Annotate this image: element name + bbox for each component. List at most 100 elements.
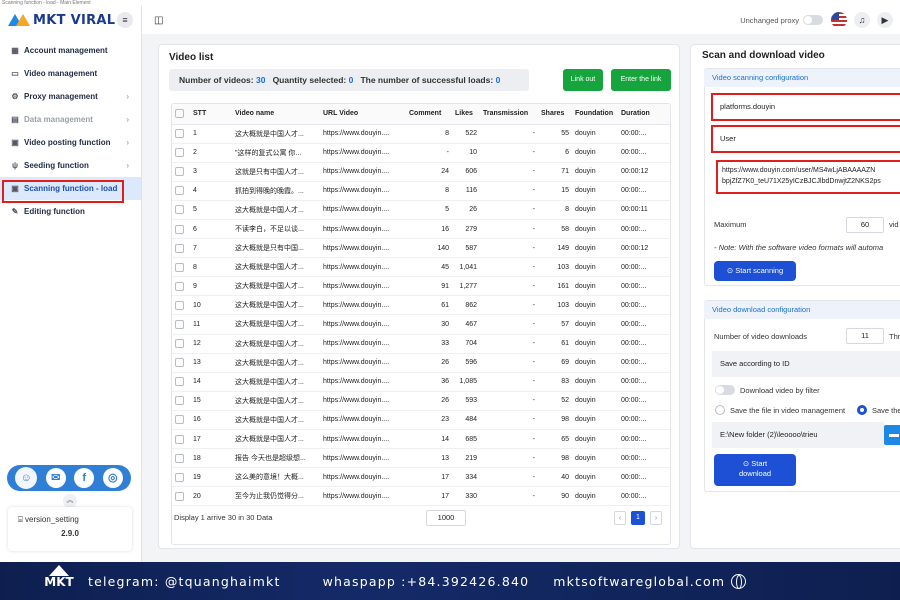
sidebar-item-editing[interactable]: ✎ Editing function [0,200,141,223]
folder-path-input[interactable]: E:\New folder (2)\leoooo\trieu [712,422,884,448]
row-select-cell[interactable] [172,238,190,259]
table-row[interactable]: 17 这大概就是中国人才... https://www.douyin.... 14 68… [172,429,670,450]
table-row[interactable]: 5 这大概就是中国人才... https://www.douyin.... 5 26-8… [172,200,670,220]
table-row[interactable]: 13 这大概就是中国人才... https://www.douyin.... 26 59… [172,353,670,373]
start-download-button[interactable]: ⊙ Start download [714,454,796,486]
radio-save-video-management[interactable] [715,405,725,415]
next-page-button[interactable]: › [650,511,662,525]
column-header[interactable]: STT [190,104,232,125]
table-row[interactable]: 3 这就是只有中国人才... https://www.douyin.... 24 606… [172,162,670,182]
table-row[interactable]: 15 这大概就是中国人才... https://www.douyin.... 26 59… [172,391,670,411]
row-checkbox[interactable] [175,129,184,139]
globe-icon[interactable]: ◎ [102,468,123,488]
row-checkbox[interactable] [175,224,184,234]
row-select-cell[interactable] [172,200,190,220]
row-checkbox[interactable] [175,434,184,444]
us-flag-icon[interactable] [831,12,847,28]
row-select-cell[interactable] [172,334,190,354]
column-header[interactable]: Duration [618,104,670,125]
folder-icon[interactable]: ▬ [884,425,900,445]
row-checkbox[interactable] [175,167,184,177]
menu-icon[interactable]: ≡ [117,12,133,28]
maximum-input[interactable]: 60 [846,217,884,233]
sidebar-item-video-posting[interactable]: ▣ Video posting function › [0,131,141,154]
row-select-cell[interactable] [172,124,190,144]
row-select-cell[interactable] [172,219,190,240]
row-checkbox[interactable] [175,300,184,310]
filter-toggle[interactable] [715,385,735,395]
sidebar-item-data-management[interactable]: ▤ Data management › [0,108,141,131]
row-select-cell[interactable] [172,429,190,450]
table-row[interactable]: 6 不读李白，不足以谈... https://www.douyin.... 16 279… [172,219,670,240]
select-all-checkbox[interactable] [175,109,184,119]
row-select-cell[interactable] [172,181,190,201]
table-row[interactable]: 10 这大概就是中国人才... https://www.douyin.... 61 86… [172,295,670,316]
column-header[interactable]: Video name [232,104,320,125]
column-header[interactable]: Comment [406,104,452,125]
table-row[interactable]: 19 这么美的意境！大概... https://www.douyin.... 17 33… [172,467,670,488]
column-header[interactable]: Likes [452,104,480,125]
row-checkbox[interactable] [175,377,184,387]
sidebar-item-video-management[interactable]: ▭ Video management [0,62,141,85]
row-select-cell[interactable] [172,276,190,297]
table-row[interactable]: 9 这大概就是中国人才... https://www.douyin.... 91 1,2… [172,276,670,297]
table-row[interactable]: 2 "这样的复式公寓 你... https://www.douyin.... -10-… [172,143,670,163]
row-select-cell[interactable] [172,486,190,507]
row-select-cell[interactable] [172,295,190,316]
row-checkbox[interactable] [175,491,184,501]
table-row[interactable]: 4 抓拍到得晚的晚霞。... https://www.douyin.... 8 116-… [172,181,670,201]
table-row[interactable]: 16 这大概就是中国人才... https://www.douyin.... 23 48… [172,410,670,431]
facebook-icon[interactable]: f [74,468,95,488]
table-row[interactable]: 1 这大概就是中国人才... https://www.douyin.... 8 522-… [172,124,670,144]
row-checkbox[interactable] [175,358,184,368]
support-icon[interactable]: ☺ [15,467,38,489]
table-row[interactable]: 12 这大概就是中国人才... https://www.douyin.... 33 70… [172,334,670,354]
row-checkbox[interactable] [175,186,184,196]
start-scanning-button[interactable]: ⊙ Start scanning [714,261,796,281]
table-row[interactable]: 18 报告 今天也是超级想... https://www.douyin.... 13 2… [172,448,670,469]
row-checkbox[interactable] [175,453,184,463]
row-checkbox[interactable] [175,281,184,291]
chevron-up-icon[interactable]: ︽ [63,494,77,508]
select-all-header[interactable] [172,104,190,125]
column-header[interactable]: Transmission [480,104,538,125]
messenger-icon[interactable]: ✉ [45,468,66,488]
row-checkbox[interactable] [175,148,184,158]
layout-icon[interactable]: ◫ [154,15,163,26]
link-out-button[interactable]: Link out [563,69,603,91]
radio-save-the[interactable] [857,405,867,415]
table-row[interactable]: 11 这大概就是中国人才... https://www.douyin.... 30 46… [172,314,670,335]
column-header[interactable]: URL Video [320,104,406,125]
sidebar-item-account-management[interactable]: ▦ Account management [0,39,141,62]
sidebar-item-proxy-management[interactable]: ⚙ Proxy management › [0,85,141,108]
save-mode-select[interactable]: Save according to ID [712,351,900,377]
row-select-cell[interactable] [172,448,190,469]
row-select-cell[interactable] [172,391,190,411]
row-select-cell[interactable] [172,467,190,488]
row-checkbox[interactable] [175,415,184,425]
proxy-toggle[interactable] [803,15,823,25]
sidebar-item-seeding[interactable]: ψ Seeding function › [0,154,141,177]
table-row[interactable]: 8 这大概就是中国人才... https://www.douyin.... 45 1,0… [172,257,670,278]
enter-link-button[interactable]: Enter the link [611,69,671,91]
row-select-cell[interactable] [172,257,190,278]
downloads-input[interactable]: 11 [846,328,884,344]
table-row[interactable]: 20 至今为止我仍觉得分... https://www.douyin.... 17 33… [172,486,670,507]
table-row[interactable]: 7 这大概就是只有中国... https://www.douyin.... 140 58… [172,238,670,259]
row-select-cell[interactable] [172,162,190,182]
row-checkbox[interactable] [175,319,184,329]
row-checkbox[interactable] [175,396,184,406]
prev-page-button[interactable]: ‹ [614,511,626,525]
row-select-cell[interactable] [172,143,190,163]
row-checkbox[interactable] [175,262,184,272]
table-row[interactable]: 14 这大概就是中国人才... https://www.douyin.... 36 1,… [172,372,670,392]
bell-icon[interactable]: ♫ [854,12,870,28]
play-icon[interactable]: ▶ [877,12,893,28]
row-checkbox[interactable] [175,339,184,349]
page-button-1[interactable]: 1 [631,511,645,525]
row-select-cell[interactable] [172,372,190,392]
row-select-cell[interactable] [172,410,190,431]
row-checkbox[interactable] [175,205,184,215]
row-select-cell[interactable] [172,353,190,373]
row-checkbox[interactable] [175,472,184,482]
